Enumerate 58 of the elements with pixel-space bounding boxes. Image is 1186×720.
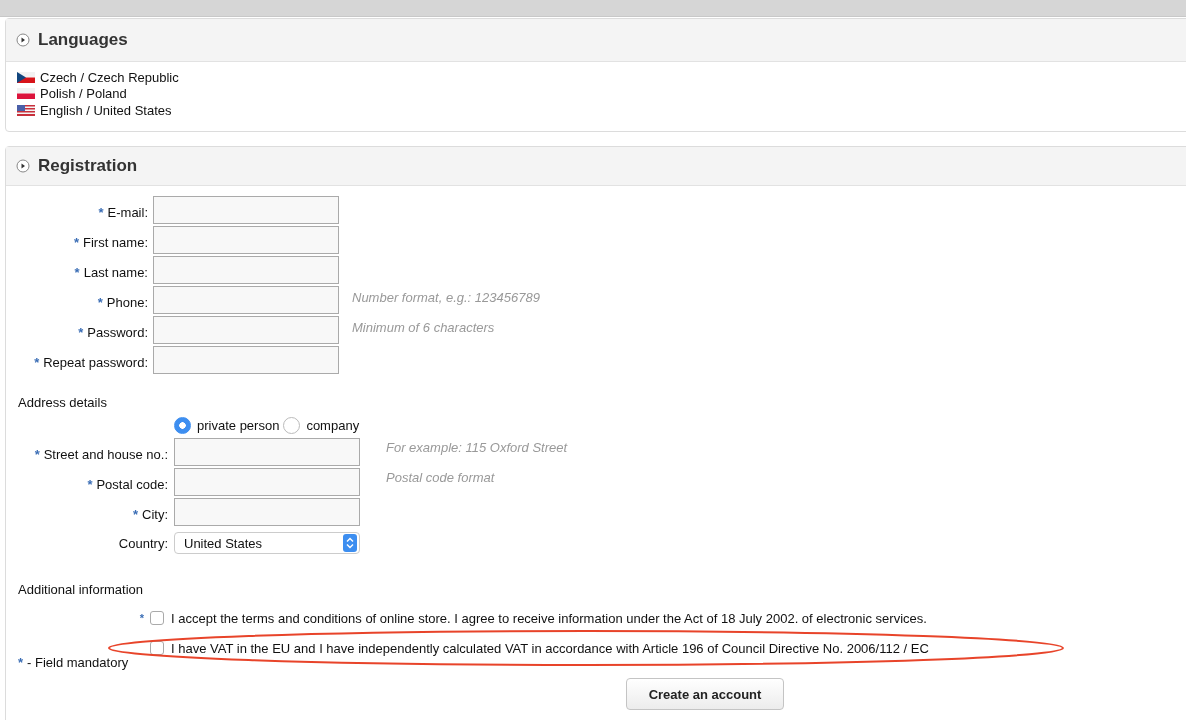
expand-icon[interactable] xyxy=(16,33,30,47)
flag-icon xyxy=(17,104,35,116)
checkbox[interactable] xyxy=(150,641,164,655)
panel-title: Languages xyxy=(38,30,128,50)
field-label: Phone: xyxy=(106,294,148,310)
required-asterisk: * xyxy=(98,204,104,220)
required-asterisk: * xyxy=(132,506,138,522)
required-asterisk: * xyxy=(73,234,79,250)
expand-icon[interactable] xyxy=(16,159,30,173)
input-field[interactable] xyxy=(174,498,360,526)
input-field[interactable] xyxy=(153,196,339,224)
input-field[interactable] xyxy=(153,316,339,344)
section-title: Address details xyxy=(18,395,108,410)
consent-text: I have VAT in the EU and I have independently calculated VAT in accordance with Article 196 of Council Directive No. 2006/112 / EC xyxy=(171,640,929,656)
field-label: Last name: xyxy=(83,264,148,280)
dropdown-arrows-icon xyxy=(343,534,357,552)
checkbox[interactable] xyxy=(150,611,164,625)
required-asterisk: * xyxy=(78,324,84,340)
input-field[interactable] xyxy=(174,468,360,496)
field-label: Repeat password: xyxy=(43,354,148,370)
section-title: Additional information xyxy=(18,582,145,597)
language-link[interactable]: Czech / Czech Republic xyxy=(40,69,179,85)
required-asterisk: * xyxy=(74,264,80,280)
panel-title: Registration xyxy=(38,156,138,176)
required-asterisk: * xyxy=(18,655,24,670)
radio-button[interactable] xyxy=(283,416,301,434)
field-label: City: xyxy=(142,506,168,522)
flag-icon xyxy=(17,71,35,83)
input-field[interactable] xyxy=(153,346,339,374)
radio-button[interactable] xyxy=(174,416,191,434)
field-label: E-mail: xyxy=(107,204,148,220)
flag-icon xyxy=(17,88,35,100)
language-link[interactable]: Polish / Poland xyxy=(40,86,127,102)
language-link[interactable]: English / United States xyxy=(40,102,172,118)
field-hint: For example: 115 Oxford Street xyxy=(386,440,568,455)
field-label: Country: xyxy=(118,535,168,551)
input-field[interactable] xyxy=(174,438,360,466)
required-asterisk: * xyxy=(97,294,103,310)
mandatory-note: - Field mandatory xyxy=(27,655,129,670)
required-asterisk: * xyxy=(139,612,145,624)
field-hint: Number format, e.g.: 123456789 xyxy=(352,290,540,305)
radio-label: private person xyxy=(197,417,280,433)
field-label: First name: xyxy=(83,234,148,250)
required-asterisk: * xyxy=(34,446,40,462)
radio-label: company xyxy=(306,417,360,433)
country-dropdown[interactable]: United States xyxy=(174,532,360,554)
field-label: Postal code: xyxy=(96,476,168,492)
field-label: Street and house no.: xyxy=(43,446,168,462)
input-field[interactable] xyxy=(153,226,339,254)
required-asterisk: * xyxy=(87,476,93,492)
input-field[interactable] xyxy=(153,286,339,314)
required-asterisk: * xyxy=(34,354,40,370)
field-label: Password: xyxy=(87,324,148,340)
input-field[interactable] xyxy=(153,256,339,284)
field-hint: Minimum of 6 characters xyxy=(352,320,495,335)
field-hint: Postal code format xyxy=(386,470,495,485)
create-account-button[interactable]: Create an account xyxy=(626,678,784,710)
consent-text: I accept the terms and conditions of online store. I agree to receive information under the Act of 18 July 2002. of electronic services. xyxy=(171,610,927,626)
